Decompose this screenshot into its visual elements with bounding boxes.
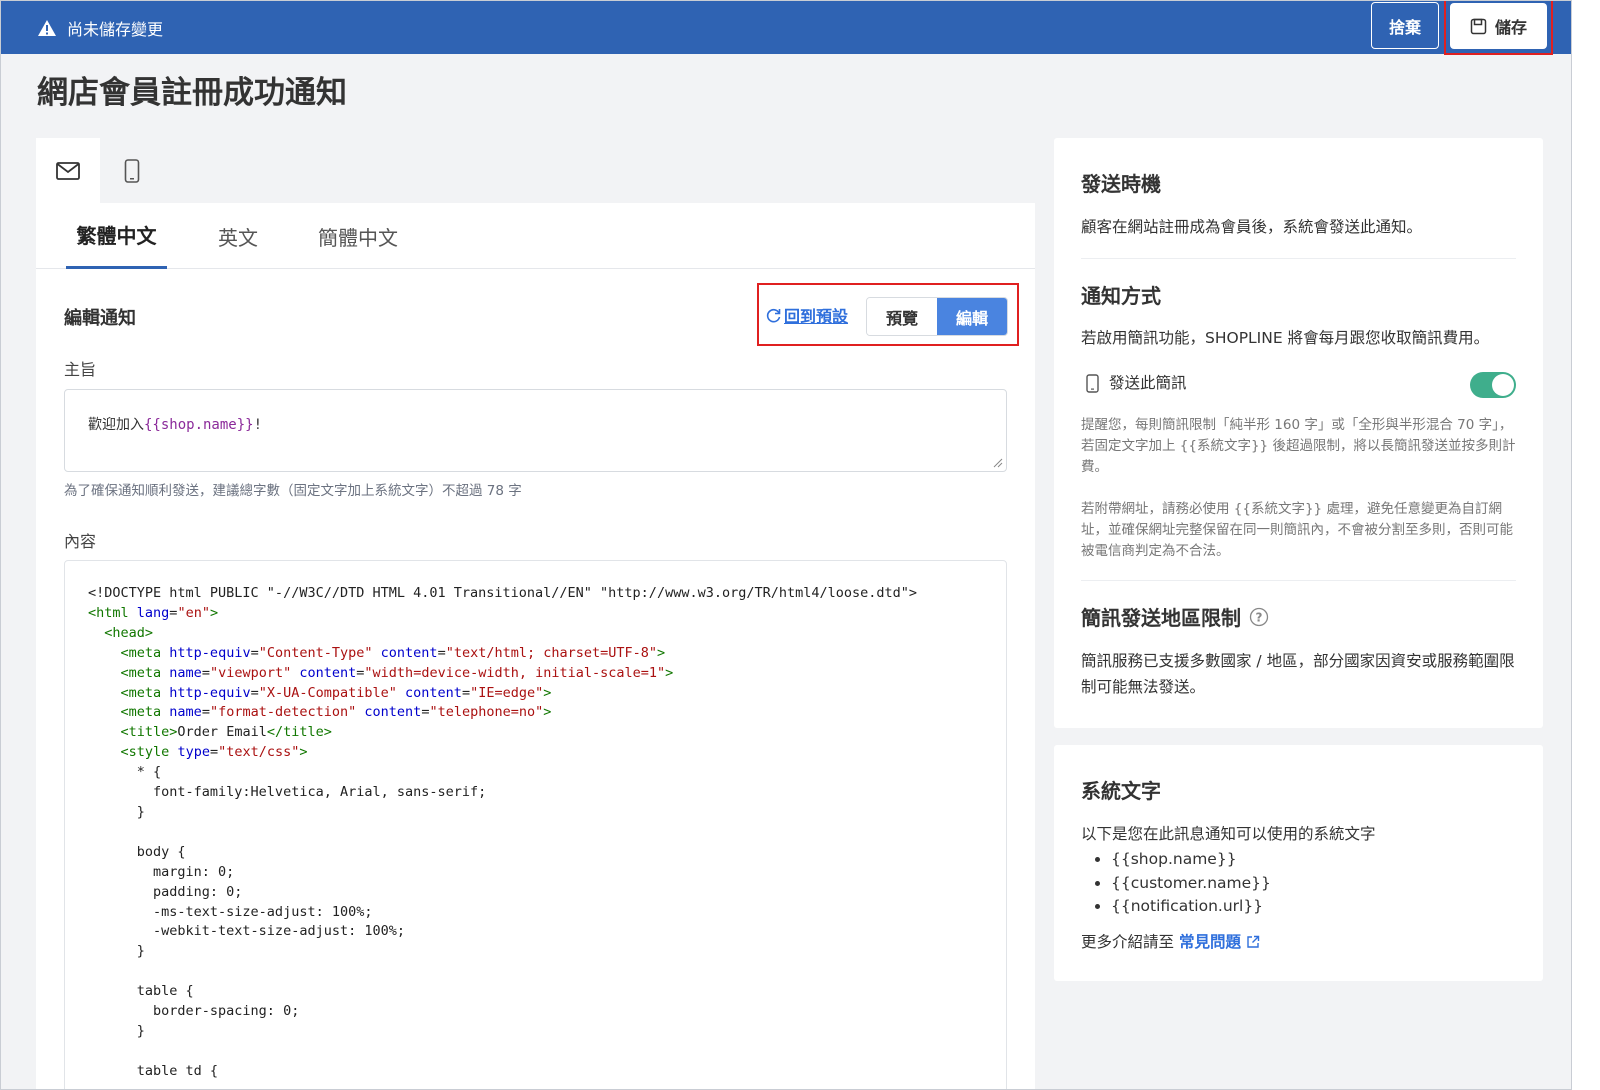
tab-traditional-chinese[interactable]: 繁體中文 xyxy=(66,203,167,269)
content-label: 內容 xyxy=(64,532,97,551)
page-title: 網店會員註冊成功通知 xyxy=(37,75,347,111)
tab-english[interactable]: 英文 xyxy=(207,203,269,269)
save-button[interactable]: 儲存 xyxy=(1450,3,1547,49)
preview-button[interactable]: 預覽 xyxy=(867,298,937,335)
notify-method-title: 通知方式 xyxy=(1081,284,1161,308)
discard-button[interactable]: 捨棄 xyxy=(1371,2,1439,49)
subject-hint: 為了確保通知順利發送，建議總字數（固定文字加上系統文字）不超過 78 字 xyxy=(64,483,522,499)
warning-icon xyxy=(38,19,56,36)
app-frame: 尚未儲存變更 捨棄 儲存 網店會員註冊成功通知 繁體中文 英文 簡體中文 編輯通… xyxy=(0,0,1572,1090)
resize-handle-icon[interactable] xyxy=(993,458,1003,468)
divider xyxy=(1081,258,1516,259)
notification-settings-card: 發送時機 顧客在網站註冊成為會員後，系統會發送此通知。 通知方式 若啟用簡訊功能… xyxy=(1054,138,1543,728)
send-sms-label: 發送此簡訊 xyxy=(1109,374,1187,392)
region-limit-desc: 簡訊服務已支援多數國家 / 地區，部分國家因資安或服務範圍限制可能無法發送。 xyxy=(1081,652,1515,696)
tab-sms[interactable] xyxy=(100,138,164,203)
sms-length-note: 提醒您，每則簡訊限制「純半形 160 字」或「全形與半形混合 70 字」，若固定… xyxy=(1081,417,1516,475)
system-text-desc: 以下是您在此訊息通知可以使用的系統文字 xyxy=(1081,825,1376,843)
list-item: {{customer.name}} xyxy=(1111,872,1271,896)
unsaved-changes-bar: 尚未儲存變更 捨棄 xyxy=(1,1,1571,54)
region-limit-title: 簡訊發送地區限制 xyxy=(1081,606,1241,630)
list-item: {{notification.url}} xyxy=(1111,895,1271,919)
subject-suffix: ! xyxy=(253,417,263,433)
region-limit-heading: 簡訊發送地區限制 ? xyxy=(1081,602,1269,631)
tab-simplified-chinese[interactable]: 簡體中文 xyxy=(316,203,400,269)
code-content: <!DOCTYPE html PUBLIC "-//W3C//DTD HTML … xyxy=(88,585,918,1079)
save-icon xyxy=(1470,18,1487,34)
edit-button[interactable]: 編輯 xyxy=(937,298,1007,335)
subject-label: 主旨 xyxy=(64,360,97,379)
send-timing-title: 發送時機 xyxy=(1081,172,1161,196)
system-text-card: 系統文字 以下是您在此訊息通知可以使用的系統文字 {{shop.name}} {… xyxy=(1054,745,1543,981)
list-item: {{shop.name}} xyxy=(1111,848,1271,872)
help-icon[interactable]: ? xyxy=(1249,607,1269,627)
mobile-icon xyxy=(124,158,140,183)
svg-text:?: ? xyxy=(1256,610,1263,624)
send-timing-desc: 顧客在網站註冊成為會員後，系統會發送此通知。 xyxy=(1081,218,1423,236)
reset-default-link[interactable]: 回到預設 xyxy=(765,303,848,327)
send-sms-toggle[interactable] xyxy=(1470,372,1516,398)
refresh-icon xyxy=(766,308,781,322)
envelope-icon xyxy=(56,161,80,180)
save-label: 儲存 xyxy=(1494,18,1527,37)
tab-email[interactable] xyxy=(36,138,100,203)
notify-method-desc: 若啟用簡訊功能，SHOPLINE 將會每月跟您收取簡訊費用。 xyxy=(1081,329,1490,347)
preview-edit-toggle: 預覽 編輯 xyxy=(866,297,1008,336)
language-tabs: 繁體中文 英文 簡體中文 xyxy=(36,203,1035,269)
mobile-icon xyxy=(1086,374,1099,393)
faq-link[interactable]: 常見問題 xyxy=(1179,929,1241,955)
subject-value: 歡迎加入{{shop.name}}! xyxy=(88,414,262,434)
system-text-title: 系統文字 xyxy=(1081,779,1161,803)
subject-field[interactable]: 歡迎加入{{shop.name}}! xyxy=(64,389,1007,472)
reset-default-label: 回到預設 xyxy=(784,307,849,326)
content-code-editor[interactable]: <!DOCTYPE html PUBLIC "-//W3C//DTD HTML … xyxy=(64,560,1007,1089)
external-link-icon xyxy=(1247,935,1260,948)
subject-variable: {{shop.name}} xyxy=(144,417,254,433)
edit-notification-title: 編輯通知 xyxy=(64,308,136,329)
unsaved-warning: 尚未儲存變更 xyxy=(37,16,163,40)
sms-url-note: 若附帶網址，請務必使用 {{系統文字}} 處理，避免任意變更為自訂網址，並確保網… xyxy=(1081,501,1513,559)
channel-tabs xyxy=(36,138,1035,203)
unsaved-text: 尚未儲存變更 xyxy=(67,19,164,39)
more-info-text: 更多介紹請至 xyxy=(1081,933,1179,951)
subject-fixed-text: 歡迎加入 xyxy=(88,417,144,433)
editor-card: 繁體中文 英文 簡體中文 編輯通知 回到預設 預覽 編輯 主旨 歡迎加入{{sh… xyxy=(36,138,1035,1089)
divider xyxy=(1081,580,1516,581)
system-variable-list: {{shop.name}} {{customer.name}} {{notifi… xyxy=(1111,848,1271,919)
more-info: 更多介紹請至 常見問題 xyxy=(1081,929,1521,955)
